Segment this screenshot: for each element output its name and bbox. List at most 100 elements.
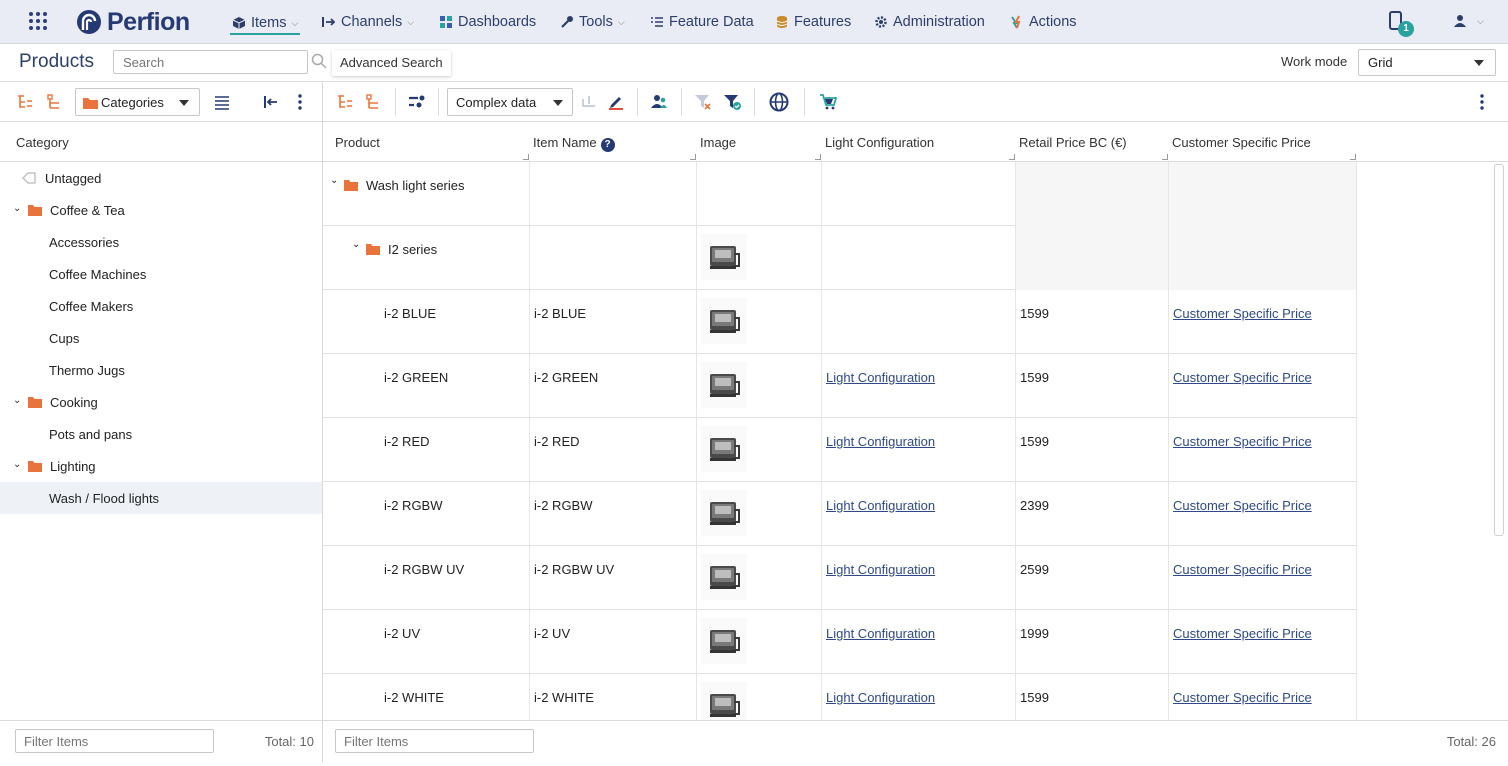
- nav-items[interactable]: Items ⌵: [230, 13, 301, 35]
- vertical-scrollbar[interactable]: [1494, 164, 1504, 536]
- cell-product[interactable]: i-2 RGBW: [323, 482, 530, 546]
- cart-icon[interactable]: [819, 93, 837, 111]
- product-thumbnail[interactable]: [701, 618, 747, 664]
- category-filter-input[interactable]: [15, 729, 214, 753]
- cell-customer[interactable]: Customer Specific Price: [1169, 418, 1357, 482]
- product-thumbnail[interactable]: [701, 362, 747, 408]
- column-header-retail-price[interactable]: Retail Price BC (€): [1019, 135, 1127, 150]
- cell-image[interactable]: [697, 482, 822, 546]
- column-header-item-name[interactable]: Item Name?: [533, 135, 615, 152]
- import-icon[interactable]: [580, 93, 598, 111]
- nav-actions[interactable]: Actions: [1010, 13, 1077, 31]
- cell-image[interactable]: [697, 418, 822, 482]
- column-header-image[interactable]: Image: [700, 135, 736, 150]
- customer-price-link[interactable]: Customer Specific Price: [1173, 370, 1312, 385]
- customer-price-link[interactable]: Customer Specific Price: [1173, 562, 1312, 577]
- light-configuration-link[interactable]: Light Configuration: [826, 434, 935, 449]
- category-item-coffee-machines[interactable]: Coffee Machines: [0, 258, 322, 290]
- search-input[interactable]: [113, 50, 308, 74]
- customer-price-link[interactable]: Customer Specific Price: [1173, 498, 1312, 513]
- categories-dropdown[interactable]: Categories: [75, 88, 200, 116]
- chevron-down-icon[interactable]: ⌄: [13, 395, 21, 406]
- cell-image[interactable]: [697, 354, 822, 418]
- column-header-light-configuration[interactable]: Light Configuration: [825, 135, 934, 150]
- light-configuration-link[interactable]: Light Configuration: [826, 498, 935, 513]
- nav-dashboards[interactable]: Dashboards: [439, 13, 536, 31]
- column-resize-handle[interactable]: [523, 154, 529, 160]
- category-item-cups[interactable]: Cups: [0, 322, 322, 354]
- column-resize-handle[interactable]: [815, 154, 821, 160]
- list-view-icon[interactable]: [213, 93, 231, 111]
- clear-filter-icon[interactable]: [694, 93, 712, 111]
- table-row[interactable]: i-2 RED i-2 RED Light Configuration 1599 Cus…: [323, 418, 1357, 482]
- cell-item-name[interactable]: i-2 RGBW UV: [530, 546, 697, 610]
- cell-customer[interactable]: Customer Specific Price: [1169, 354, 1357, 418]
- customer-price-link[interactable]: Customer Specific Price: [1173, 626, 1312, 641]
- light-configuration-link[interactable]: Light Configuration: [826, 690, 935, 705]
- cell-image[interactable]: [697, 674, 822, 720]
- cell-item-name[interactable]: i-2 GREEN: [530, 354, 697, 418]
- cell-light-config[interactable]: [822, 162, 1016, 226]
- collapse-tree-icon[interactable]: [45, 93, 63, 111]
- cell-price[interactable]: [1016, 226, 1169, 290]
- table-row[interactable]: i-2 UV i-2 UV Light Configuration 1999 Custo…: [323, 610, 1357, 674]
- light-configuration-link[interactable]: Light Configuration: [826, 562, 935, 577]
- cell-light-config[interactable]: Light Configuration: [822, 482, 1016, 546]
- light-configuration-link[interactable]: Light Configuration: [826, 370, 935, 385]
- cell-light-config[interactable]: Light Configuration: [822, 354, 1016, 418]
- product-thumbnail[interactable]: [701, 298, 747, 344]
- cell-image[interactable]: [697, 546, 822, 610]
- cell-product[interactable]: i-2 WHITE: [323, 674, 530, 720]
- column-resize-handle[interactable]: [690, 154, 696, 160]
- work-mode-select[interactable]: Grid: [1358, 49, 1496, 76]
- chevron-down-icon[interactable]: ⌄: [330, 175, 338, 186]
- category-item-coffee-makers[interactable]: Coffee Makers: [0, 290, 322, 322]
- globe-icon[interactable]: [769, 92, 789, 112]
- cell-product[interactable]: ⌄ I2 series: [323, 226, 530, 290]
- product-thumbnail[interactable]: [701, 426, 747, 472]
- cell-item-name[interactable]: i-2 UV: [530, 610, 697, 674]
- cell-customer[interactable]: Customer Specific Price: [1169, 482, 1357, 546]
- cell-price[interactable]: 1599: [1016, 418, 1169, 482]
- cell-price[interactable]: [1016, 162, 1169, 226]
- cell-customer[interactable]: Customer Specific Price: [1169, 290, 1357, 354]
- table-row[interactable]: i-2 RGBW UV i-2 RGBW UV Light Configuratio…: [323, 546, 1357, 610]
- cell-light-config[interactable]: Light Configuration: [822, 610, 1016, 674]
- cell-item-name[interactable]: i-2 RED: [530, 418, 697, 482]
- column-resize-handle[interactable]: [1162, 154, 1168, 160]
- cell-item-name[interactable]: [530, 226, 697, 290]
- cell-item-name[interactable]: i-2 BLUE: [530, 290, 697, 354]
- cell-image[interactable]: [697, 162, 822, 226]
- cell-product[interactable]: i-2 RED: [323, 418, 530, 482]
- category-item-lighting[interactable]: ⌄ Lighting: [0, 450, 322, 482]
- more-options-icon[interactable]: [291, 93, 309, 111]
- collapse-tree-icon[interactable]: [364, 93, 382, 111]
- light-configuration-link[interactable]: Light Configuration: [826, 626, 935, 641]
- category-item-cooking[interactable]: ⌄ Cooking: [0, 386, 322, 418]
- cell-light-config[interactable]: Light Configuration: [822, 546, 1016, 610]
- product-thumbnail[interactable]: [701, 682, 747, 720]
- help-icon[interactable]: ?: [600, 138, 615, 152]
- chevron-down-icon[interactable]: ⌄: [13, 459, 21, 470]
- column-resize-handle[interactable]: [1009, 154, 1015, 160]
- product-thumbnail[interactable]: [701, 490, 747, 536]
- app-launcher-icon[interactable]: [28, 11, 48, 31]
- table-row[interactable]: ⌄ I2 series: [323, 226, 1357, 290]
- cell-image[interactable]: [697, 226, 822, 290]
- category-item-thermo-jugs[interactable]: Thermo Jugs: [0, 354, 322, 386]
- users-icon[interactable]: [650, 93, 668, 111]
- user-menu[interactable]: ⌵: [1453, 14, 1484, 28]
- cell-price[interactable]: 1599: [1016, 290, 1169, 354]
- column-settings-icon[interactable]: [408, 93, 426, 111]
- cell-price[interactable]: 1999: [1016, 610, 1169, 674]
- edit-icon[interactable]: [607, 93, 625, 111]
- cell-product[interactable]: i-2 BLUE: [323, 290, 530, 354]
- column-resize-handle[interactable]: [1350, 154, 1356, 160]
- table-row[interactable]: ⌄ Wash light series: [323, 162, 1357, 226]
- cell-price[interactable]: 2599: [1016, 546, 1169, 610]
- cell-light-config[interactable]: [822, 226, 1016, 290]
- nav-features[interactable]: Features: [775, 13, 851, 31]
- expand-tree-icon[interactable]: [336, 93, 354, 111]
- category-item-wash-flood-lights[interactable]: Wash / Flood lights: [0, 482, 322, 514]
- view-dropdown[interactable]: Complex data: [447, 88, 573, 116]
